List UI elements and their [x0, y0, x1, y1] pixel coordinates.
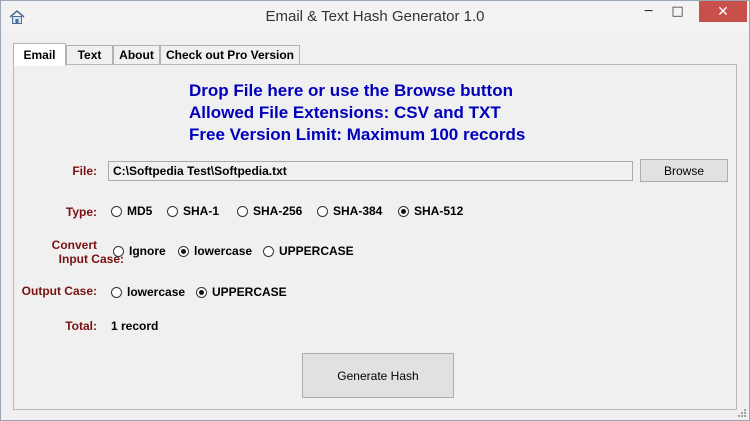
radio-label: MD5 — [127, 204, 153, 218]
radio-circle — [398, 205, 409, 217]
file-label: File: — [72, 164, 97, 178]
maximize-button[interactable]: □ — [664, 1, 691, 22]
radio-label: UPPERCASE — [212, 285, 287, 299]
tab-text[interactable]: Text — [66, 45, 113, 64]
input-case-lowercase-radio[interactable]: lowercase — [178, 244, 252, 258]
resize-grip-icon[interactable] — [737, 408, 747, 418]
radio-label: SHA-384 — [333, 204, 383, 218]
radio-label: Ignore — [129, 244, 166, 258]
total-label: Total: — [65, 319, 97, 333]
tab-email[interactable]: Email — [13, 43, 66, 66]
title-bar: Email & Text Hash Generator 1.0 ─ □ ✕ — [1, 1, 749, 33]
radio-circle — [178, 245, 189, 257]
tab-pro-version[interactable]: Check out Pro Version — [160, 45, 300, 64]
info-allowed-extensions: Allowed File Extensions: CSV and TXT — [189, 103, 501, 122]
close-button[interactable]: ✕ — [699, 1, 747, 22]
input-case-ignore-radio[interactable]: Ignore — [113, 244, 166, 258]
output-case-uppercase-radio[interactable]: UPPERCASE — [196, 285, 287, 299]
radio-circle — [113, 245, 124, 257]
minimize-button[interactable]: ─ — [635, 1, 662, 22]
info-drop-file: Drop File here or use the Browse button — [189, 81, 513, 100]
radio-circle — [111, 286, 122, 298]
radio-label: lowercase — [127, 285, 186, 299]
type-sha1-radio[interactable]: SHA-1 — [167, 204, 219, 218]
type-sha512-radio[interactable]: SHA-512 — [398, 204, 463, 218]
browse-button[interactable]: Browse — [640, 159, 728, 182]
file-path-input[interactable] — [108, 161, 633, 181]
radio-circle — [196, 286, 207, 298]
radio-circle — [317, 205, 328, 217]
radio-label: SHA-512 — [414, 204, 464, 218]
radio-circle — [237, 205, 248, 217]
type-sha256-radio[interactable]: SHA-256 — [237, 204, 302, 218]
type-md5-radio[interactable]: MD5 — [111, 204, 152, 218]
convert-label: Convert — [51, 238, 97, 252]
radio-label: SHA-1 — [183, 204, 220, 218]
radio-circle — [263, 245, 274, 257]
type-label: Type: — [65, 205, 97, 219]
output-case-label: Output Case: — [21, 284, 97, 298]
generate-hash-button[interactable]: Generate Hash — [302, 353, 454, 398]
tab-about[interactable]: About — [113, 45, 160, 64]
radio-circle — [167, 205, 178, 217]
type-sha384-radio[interactable]: SHA-384 — [317, 204, 382, 218]
radio-label: SHA-256 — [253, 204, 303, 218]
radio-circle — [111, 205, 122, 217]
app-window: Email & Text Hash Generator 1.0 ─ □ ✕ Em… — [0, 0, 750, 421]
radio-label: UPPERCASE — [279, 244, 354, 258]
total-value: 1 record — [111, 319, 159, 333]
output-case-lowercase-radio[interactable]: lowercase — [111, 285, 185, 299]
info-version-limit: Free Version Limit: Maximum 100 records — [189, 125, 526, 144]
input-case-uppercase-radio[interactable]: UPPERCASE — [263, 244, 354, 258]
radio-label: lowercase — [194, 244, 253, 258]
